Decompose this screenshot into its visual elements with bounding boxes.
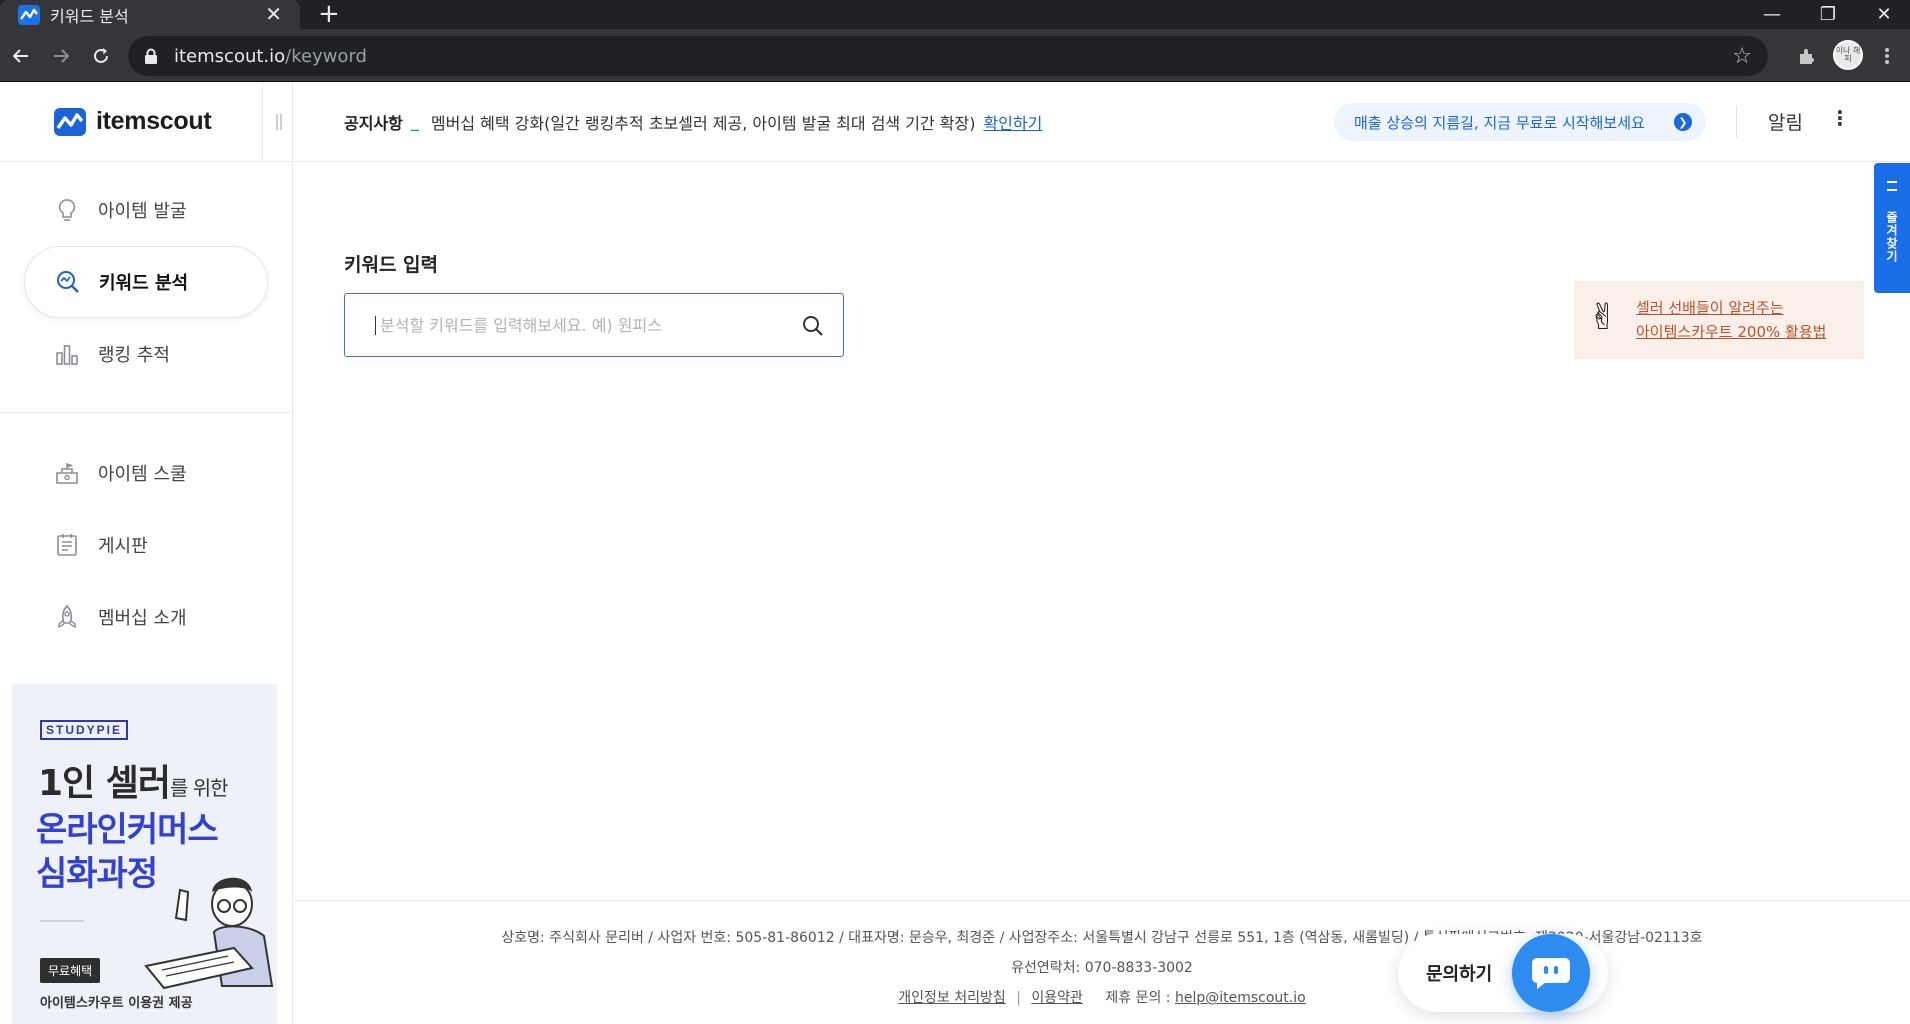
- tip-line: 아이템스카우트 200% 활용법: [1636, 323, 1827, 341]
- keyword-search-box[interactable]: [344, 293, 844, 357]
- partnership-label: 제휴 문의 :: [1105, 990, 1171, 1006]
- sidebar-item-label: 키워드 분석: [99, 273, 189, 294]
- bookmark-label: 즐겨찾기: [1884, 211, 1899, 263]
- sidebar-nav: 아이템 발굴 키워드 분석 랭킹 추적 아이템 스쿨 게시판 멤버십 소개: [0, 162, 292, 653]
- sidebar-item-label: 멤버십 소개: [98, 608, 187, 629]
- banner-footer-text: 아이템스카우트 이용권 제공: [40, 996, 193, 1011]
- banner-headline-sub: 를 위한: [169, 776, 229, 800]
- address-bar[interactable]: itemscout.io/keyword ☆: [128, 36, 1768, 76]
- top-bar: 공지사항 _ 멤버십 혜택 강화(일간 랭킹추적 초보셀러 제공, 아이템 발굴…: [294, 82, 1910, 162]
- sidebar-item-label: 아이템 발굴: [98, 201, 187, 222]
- browser-tab-bar: 키워드 분석 ✕ + — ❐ ✕: [0, 0, 1910, 29]
- keyword-search-icon: [57, 271, 79, 293]
- banner-headline: 1인 셀러를 위한: [38, 754, 229, 806]
- chevron-right-icon: ❯: [1674, 113, 1692, 131]
- tab-close-icon[interactable]: ✕: [265, 2, 282, 26]
- new-tab-button[interactable]: +: [318, 0, 340, 29]
- banner-headline-main: 1인 셀러: [38, 763, 171, 804]
- tip-line: 셀러 선배들이 알려주는: [1636, 299, 1784, 317]
- lock-icon: [145, 48, 157, 64]
- sidebar-item-label: 랭킹 추적: [98, 345, 170, 366]
- url-path: /keyword: [285, 45, 367, 67]
- footer-links: 개인정보 처리방침 | 이용약관 제휴 문의 : help@itemscout.…: [294, 987, 1910, 1007]
- main-content: 공지사항 _ 멤버십 혜택 강화(일간 랭킹추적 초보셀러 제공, 아이템 발굴…: [294, 82, 1910, 1024]
- notice-separator: _: [410, 112, 419, 131]
- sidebar-item-item-school[interactable]: 아이템 스쿨: [24, 437, 268, 509]
- tab-title: 키워드 분석: [50, 6, 129, 26]
- victory-hand-icon: ✌: [1588, 297, 1619, 338]
- sidebar-item-label: 게시판: [98, 536, 148, 557]
- divider: [1736, 106, 1737, 138]
- free-benefit-badge: 무료혜택: [40, 958, 101, 983]
- divider: |: [1016, 990, 1021, 1006]
- page-footer: 상호명: 주식회사 문리버 / 사업자 번호: 505-81-86012 / 대…: [294, 900, 1910, 1024]
- sidebar-item-ranking-tracking[interactable]: 랭킹 추적: [24, 318, 268, 390]
- banner-brand: STUDYPIE: [40, 720, 129, 740]
- sidebar-item-item-discovery[interactable]: 아이템 발굴: [24, 174, 268, 246]
- divider: [0, 412, 292, 413]
- chat-icon[interactable]: [1512, 934, 1590, 1012]
- restore-icon[interactable]: ❐: [1800, 0, 1856, 29]
- bar-chart-icon: [56, 345, 78, 365]
- itemscout-logo-icon: [54, 107, 86, 136]
- itemscout-favicon-icon: [18, 4, 40, 25]
- company-info: 상호명: 주식회사 문리버 / 사업자 번호: 505-81-86012 / 대…: [501, 930, 1703, 946]
- logo-text: itemscout: [96, 107, 212, 135]
- notice-confirm-link[interactable]: 확인하기: [983, 110, 1042, 134]
- browser-toolbar: itemscout.io/keyword ☆ 이나 해피: [0, 29, 1910, 82]
- seller-tips-card[interactable]: ✌ 셀러 선배들이 알려주는 아이템스카우트 200% 활용법: [1574, 281, 1864, 359]
- notifications-button[interactable]: 알림: [1768, 108, 1803, 135]
- contact-email-link[interactable]: help@itemscout.io: [1175, 990, 1306, 1006]
- rocket-icon: [58, 604, 76, 629]
- sidebar-collapse-handle[interactable]: [276, 114, 282, 130]
- divider: [40, 920, 84, 922]
- banner-course-line1: 온라인커머스: [36, 810, 219, 850]
- sidebar-item-label: 아이템 스쿨: [98, 464, 187, 485]
- bookmark-star-icon[interactable]: ☆: [1732, 44, 1752, 69]
- notice-label: 공지사항: [344, 113, 403, 133]
- divider: [262, 82, 263, 162]
- bookmark-side-tab[interactable]: 즐겨찾기: [1874, 163, 1910, 293]
- privacy-policy-link[interactable]: 개인정보 처리방침: [898, 990, 1006, 1006]
- back-icon[interactable]: [6, 41, 36, 71]
- app-root: itemscout 아이템 발굴 키워드 분석 랭킹 추적 아이템 스쿨 게시판…: [0, 82, 1910, 1024]
- logo[interactable]: itemscout: [0, 82, 292, 162]
- board-icon: [57, 534, 77, 556]
- tip-text: 셀러 선배들이 알려주는 아이템스카우트 200% 활용법: [1636, 296, 1826, 344]
- forward-icon[interactable]: [46, 41, 76, 71]
- banner-course-line2: 심화과정: [36, 854, 158, 894]
- extensions-icon[interactable]: [1792, 41, 1822, 71]
- sidebar-item-board[interactable]: 게시판: [24, 509, 268, 581]
- notice-text: 멤버십 혜택 강화(일간 랭킹추적 초보셀러 제공, 아이템 발굴 최대 검색 …: [430, 113, 976, 133]
- more-menu-icon[interactable]: ⋮: [1830, 106, 1850, 130]
- person-at-keyboard-illustration: [144, 877, 274, 990]
- sidebar-item-membership[interactable]: 멤버십 소개: [24, 581, 268, 653]
- browser-tab[interactable]: 키워드 분석 ✕: [0, 0, 300, 29]
- keyword-input-label: 키워드 입력: [344, 254, 439, 276]
- url-host: itemscout.io: [174, 45, 286, 67]
- phone-info: 유선연락처: 070-8833-3002: [1011, 960, 1193, 976]
- promo-text: 매출 상승의 지름길, 지금 무료로 시작해보세요: [1354, 113, 1645, 132]
- school-icon: [56, 462, 78, 484]
- window-close-icon[interactable]: ✕: [1856, 0, 1910, 29]
- free-start-promo-button[interactable]: 매출 상승의 지름길, 지금 무료로 시작해보세요 ❯: [1334, 103, 1706, 141]
- sidebar: itemscout 아이템 발굴 키워드 분석 랭킹 추적 아이템 스쿨 게시판…: [0, 82, 293, 1024]
- sidebar-item-keyword-analysis[interactable]: 키워드 분석: [24, 246, 268, 318]
- minimize-icon[interactable]: —: [1744, 0, 1800, 29]
- keyword-search-input[interactable]: [375, 315, 775, 335]
- profile-avatar[interactable]: 이나 해피: [1833, 40, 1863, 70]
- terms-link[interactable]: 이용약관: [1031, 990, 1083, 1006]
- reload-icon[interactable]: [86, 41, 116, 71]
- browser-menu-icon[interactable]: [1872, 41, 1902, 71]
- menu-icon: [1887, 181, 1897, 191]
- inquiry-label: 문의하기: [1426, 964, 1493, 985]
- studypie-ad-banner[interactable]: STUDYPIE 1인 셀러를 위한 온라인커머스 심화과정 무료혜택 아이템스…: [12, 684, 277, 1024]
- lightbulb-icon: [58, 199, 76, 221]
- search-icon[interactable]: [801, 314, 825, 338]
